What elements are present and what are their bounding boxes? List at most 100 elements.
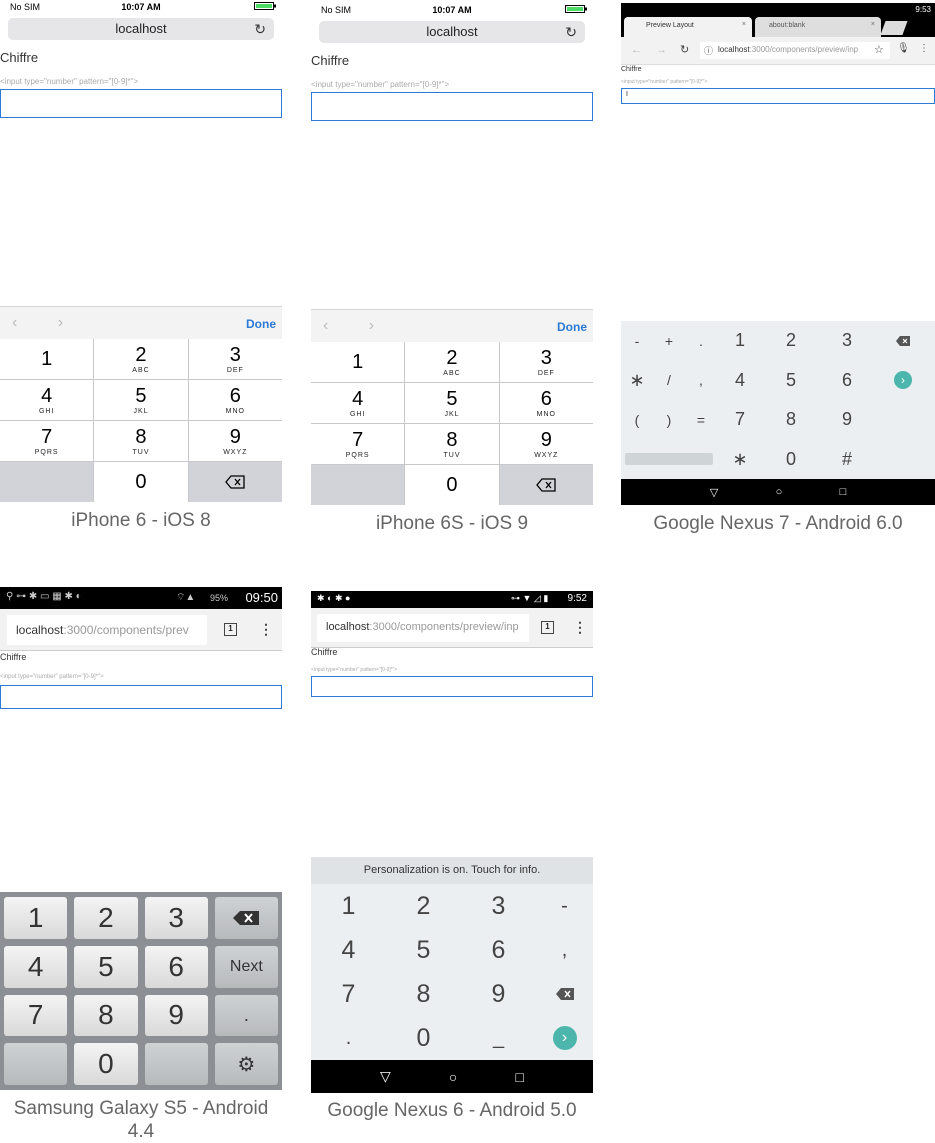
key-9[interactable]: 9 xyxy=(144,994,208,1037)
done-button[interactable]: Done xyxy=(246,317,276,331)
key-5[interactable]: 5 xyxy=(386,928,461,972)
back-nav-icon[interactable]: ▽ xyxy=(710,486,718,499)
back-nav-icon[interactable]: ▽ xyxy=(380,1068,391,1085)
key-slash[interactable]: / xyxy=(653,361,685,401)
key-7[interactable]: 7 xyxy=(4,994,68,1037)
tab-switcher-icon[interactable]: 1 xyxy=(224,623,237,636)
home-nav-icon[interactable]: ○ xyxy=(449,1069,457,1085)
next-arrow-icon[interactable]: › xyxy=(875,361,931,401)
number-input[interactable] xyxy=(0,685,282,709)
key-8[interactable]: 8 xyxy=(386,972,461,1016)
key-5[interactable]: 5 JKL xyxy=(405,383,499,423)
number-input[interactable] xyxy=(0,89,282,118)
url-bar[interactable]: localhost ↻ xyxy=(8,18,274,40)
key-plus[interactable]: + xyxy=(653,321,685,361)
key-7[interactable]: 7 PQRS xyxy=(0,421,94,461)
next-arrow-icon[interactable]: › xyxy=(536,1016,593,1060)
reload-icon[interactable]: ↻ xyxy=(680,43,689,56)
key-3[interactable]: 3 DEF xyxy=(499,342,593,382)
tab-about-blank[interactable]: about:blank × xyxy=(755,17,881,37)
tab-switcher-icon[interactable]: 1 xyxy=(541,621,554,634)
key-6[interactable]: 6 xyxy=(461,928,536,972)
key-hash[interactable]: # xyxy=(819,440,875,480)
key-5[interactable]: 5 JKL xyxy=(94,380,188,420)
url-bar[interactable]: localhost:3000/components/prev xyxy=(7,615,207,645)
next-button[interactable]: Next xyxy=(214,945,278,988)
url-bar[interactable]: localhost:3000/components/preview/inp xyxy=(317,614,529,642)
number-input[interactable]: I xyxy=(621,88,935,104)
key-close-paren[interactable]: ) xyxy=(653,400,685,440)
prev-next-arrows-icon[interactable]: ‹ › xyxy=(323,317,392,335)
key-4[interactable]: 4 xyxy=(311,928,386,972)
settings-gear-icon[interactable]: ⚙ xyxy=(214,1043,278,1085)
backspace-icon[interactable] xyxy=(188,462,282,502)
key-open-paren[interactable]: ( xyxy=(621,400,653,440)
close-icon[interactable]: × xyxy=(871,21,875,28)
key-2[interactable]: 2 xyxy=(763,321,819,361)
backspace-icon[interactable] xyxy=(536,972,593,1016)
key-0[interactable]: 0 xyxy=(74,1043,138,1085)
key-2[interactable]: 2 ABC xyxy=(94,339,188,379)
backspace-icon[interactable] xyxy=(499,465,593,505)
key-1[interactable]: 1 xyxy=(4,897,68,939)
reload-icon[interactable]: ↻ xyxy=(254,18,266,40)
key-0[interactable]: 0 xyxy=(405,465,499,505)
backspace-icon[interactable] xyxy=(875,321,931,361)
key-1[interactable]: 1 xyxy=(311,884,386,928)
key-0[interactable]: 0 xyxy=(386,1016,461,1060)
space-key[interactable] xyxy=(621,440,717,480)
back-icon[interactable]: ← xyxy=(631,44,642,56)
number-input[interactable] xyxy=(311,676,593,697)
key-2[interactable]: 2 ABC xyxy=(405,342,499,382)
key-equals[interactable]: = xyxy=(685,400,717,440)
key-9[interactable]: 9 WXYZ xyxy=(188,421,282,461)
key-0[interactable]: 0 xyxy=(763,440,819,480)
key-8[interactable]: 8 TUV xyxy=(94,421,188,461)
forward-icon[interactable]: → xyxy=(656,44,667,56)
key-7[interactable]: 7 xyxy=(311,972,386,1016)
key-asterisk[interactable]: ∗ xyxy=(621,361,653,401)
key-9[interactable]: 9 xyxy=(461,972,536,1016)
key-9[interactable]: 9 xyxy=(819,400,875,440)
key-period[interactable]: . xyxy=(685,321,717,361)
key-star[interactable]: ∗ xyxy=(717,440,763,480)
url-bar[interactable]: ⓘ localhost:3000/components/preview/inp xyxy=(700,42,890,59)
key-minus[interactable]: - xyxy=(536,884,593,928)
reload-icon[interactable]: ↻ xyxy=(565,21,577,43)
key-8[interactable]: 8 xyxy=(74,994,138,1037)
key-9[interactable]: 9 WXYZ xyxy=(499,424,593,464)
key-6[interactable]: 6 xyxy=(819,361,875,401)
key-5[interactable]: 5 xyxy=(74,945,138,988)
menu-icon[interactable]: ⋮ xyxy=(573,620,587,634)
key-4[interactable]: 4 xyxy=(717,361,763,401)
key-7[interactable]: 7 xyxy=(717,400,763,440)
key-3[interactable]: 3 xyxy=(461,884,536,928)
tab-preview-layout[interactable]: Preview Layout × xyxy=(624,17,752,37)
key-8[interactable]: 8 xyxy=(763,400,819,440)
number-input[interactable] xyxy=(311,92,593,121)
key-comma[interactable]: , xyxy=(685,361,717,401)
key-6[interactable]: 6 xyxy=(144,945,208,988)
key-4[interactable]: 4 GHI xyxy=(0,380,94,420)
key-period[interactable]: . xyxy=(311,1016,386,1060)
key-1[interactable]: 1 xyxy=(311,342,405,382)
recents-nav-icon[interactable]: □ xyxy=(840,486,847,498)
new-tab-button[interactable] xyxy=(880,21,908,35)
key-4[interactable]: 4 xyxy=(4,945,68,988)
key-6[interactable]: 6 MNO xyxy=(188,380,282,420)
key-3[interactable]: 3 xyxy=(144,897,208,939)
key-3[interactable]: 3 DEF xyxy=(188,339,282,379)
prev-next-arrows-icon[interactable]: ‹ › xyxy=(12,314,81,332)
key-8[interactable]: 8 TUV xyxy=(405,424,499,464)
menu-icon[interactable]: ⋮ xyxy=(919,43,929,54)
mic-icon[interactable]: 🎙 xyxy=(897,43,910,54)
space-key[interactable]: _ xyxy=(461,1016,536,1060)
home-nav-icon[interactable]: ○ xyxy=(776,486,783,498)
menu-icon[interactable]: ⋮ xyxy=(259,622,273,636)
key-4[interactable]: 4 GHI xyxy=(311,383,405,423)
done-button[interactable]: Done xyxy=(557,320,587,334)
recents-nav-icon[interactable]: □ xyxy=(515,1069,523,1085)
key-1[interactable]: 1 xyxy=(717,321,763,361)
key-1[interactable]: 1 xyxy=(0,339,94,379)
key-minus[interactable]: - xyxy=(621,321,653,361)
